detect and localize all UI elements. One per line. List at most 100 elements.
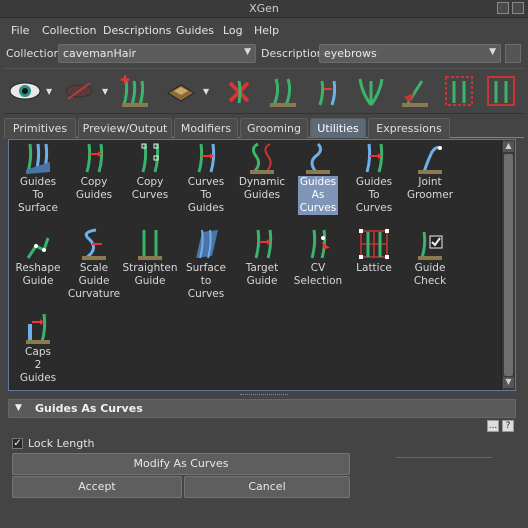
joint-groomer-icon [418, 146, 442, 174]
delete-guide-icon[interactable] [222, 73, 256, 109]
tab-grooming[interactable]: Grooming [240, 118, 308, 138]
tool-label: Curves To Guides [187, 176, 225, 214]
tool-copy-curves[interactable]: Copy Curves [121, 142, 179, 202]
toolbar: ▼ ▼ ✚ ▼ [4, 68, 524, 114]
menu-descriptions[interactable]: Descriptions [103, 24, 171, 37]
tool-caps-2-guides[interactable]: Caps 2 Guides [9, 312, 67, 385]
utilities-panel: Guides To Surface Copy Guides Copy Curve… [8, 139, 516, 391]
guide-lattice-icon[interactable] [484, 73, 518, 109]
collection-label: Collection [6, 47, 61, 60]
tool-guide-check[interactable]: Guide Check [401, 228, 459, 288]
tool-label: Surface to Curves [185, 262, 226, 300]
tool-guides-to-curves[interactable]: Guides To Curves [345, 142, 403, 215]
hidden-primitives-icon[interactable] [62, 73, 96, 109]
more-options-button[interactable]: ... [487, 420, 499, 432]
menu-collection[interactable]: Collection [42, 24, 96, 37]
tool-lattice[interactable]: Lattice [345, 228, 403, 275]
tool-guides-as-curves[interactable]: Guides As Curves [289, 142, 347, 215]
eye-dropdown-chevron-icon[interactable]: ▼ [46, 87, 52, 96]
panel-splitter[interactable] [0, 393, 528, 397]
tool-label: Reshape Guide [15, 262, 61, 287]
tool-label: Scale Guide Curvature [67, 262, 121, 300]
cancel-button[interactable]: Cancel [184, 476, 350, 498]
modify-as-curves-button[interactable]: Modify As Curves [12, 453, 350, 475]
tab-primitives[interactable]: Primitives [4, 118, 76, 138]
guide-rebuild-icon[interactable] [310, 73, 344, 109]
description-value: eyebrows [324, 47, 377, 60]
menu-log[interactable]: Log [223, 24, 243, 37]
description-dropdown[interactable]: eyebrows ▼ [319, 44, 501, 63]
scroll-down-icon[interactable]: ▼ [503, 377, 514, 388]
tool-label: Guides To Curves [355, 176, 393, 214]
guide-cv-icon[interactable] [442, 73, 476, 109]
tool-straighten-guide[interactable]: Straighten Guide [121, 228, 179, 288]
copy-curves-icon [141, 143, 160, 173]
lock-length-checkbox[interactable]: ✓ [12, 438, 23, 449]
tool-label: Joint Groomer [406, 176, 454, 201]
tool-label: Guides To Surface [17, 176, 58, 214]
curves-to-guides-icon [197, 143, 216, 173]
patches-dropdown-chevron-icon[interactable]: ▼ [203, 87, 209, 96]
section-header[interactable]: ▼ Guides As Curves [8, 399, 516, 418]
minimize-button[interactable] [497, 2, 509, 14]
guide-fan-icon[interactable] [354, 73, 388, 109]
copy-guides-icon [85, 143, 104, 173]
splitter-grip [240, 394, 288, 396]
caps-2-guides-icon [26, 313, 50, 344]
tool-scale-guide-curvature[interactable]: Scale Guide Curvature [65, 228, 123, 301]
vertical-scrollbar[interactable]: ▲ ▼ [501, 140, 515, 390]
tool-copy-guides[interactable]: Copy Guides [65, 142, 123, 202]
svg-text:✚: ✚ [120, 73, 130, 87]
tool-guides-to-surface[interactable]: Guides To Surface [9, 142, 67, 215]
reshape-guide-icon [26, 237, 50, 259]
select-patches-icon[interactable] [164, 73, 198, 109]
guides-to-surface-icon [26, 143, 50, 174]
scroll-thumb[interactable] [504, 154, 513, 376]
tab-expressions[interactable]: Expressions [368, 118, 450, 138]
primitives-dropdown-chevron-icon[interactable]: ▼ [102, 87, 108, 96]
tab-modifiers[interactable]: Modifiers [174, 118, 238, 138]
options-area: ... ? ✓ Lock Length Modify As Curves Acc… [8, 418, 516, 528]
lattice-icon [359, 229, 389, 259]
tool-dynamic-guides[interactable]: Dynamic Guides [233, 142, 291, 202]
tool-label: Copy Curves [131, 176, 169, 201]
guides-to-curves-icon [365, 143, 384, 173]
guide-flip-icon[interactable] [398, 73, 432, 109]
surface-to-curves-icon [196, 229, 218, 259]
scroll-up-icon[interactable]: ▲ [503, 141, 514, 152]
chevron-down-icon: ▼ [489, 47, 496, 57]
collection-dropdown[interactable]: cavemanHair ▼ [58, 44, 256, 63]
cv-selection-icon [310, 229, 330, 259]
visibility-eye-icon[interactable] [8, 73, 42, 109]
menu-help[interactable]: Help [254, 24, 279, 37]
tab-preview-output[interactable]: Preview/Output [78, 118, 172, 138]
tool-label: Guide Check [413, 262, 447, 287]
tool-joint-groomer[interactable]: Joint Groomer [401, 142, 459, 202]
target-guide-icon [254, 229, 273, 259]
dynamic-guides-icon [250, 142, 274, 174]
tool-label: Target Guide [245, 262, 279, 287]
tool-surface-to-curves[interactable]: Surface to Curves [177, 228, 235, 301]
menu-bar: File Collection Descriptions Guides Log … [0, 20, 528, 42]
tool-label: Straighten Guide [122, 262, 178, 287]
tool-label: Dynamic Guides [238, 176, 286, 201]
tool-target-guide[interactable]: Target Guide [233, 228, 291, 288]
menu-guides[interactable]: Guides [176, 24, 214, 37]
lock-length-label: Lock Length [28, 437, 95, 450]
accept-button[interactable]: Accept [12, 476, 182, 498]
collapse-triangle-icon[interactable]: ▼ [15, 403, 22, 413]
description-options-button[interactable] [505, 44, 521, 63]
close-button[interactable] [512, 2, 524, 14]
tool-reshape-guide[interactable]: Reshape Guide [9, 228, 67, 288]
menu-file[interactable]: File [11, 24, 29, 37]
guide-check-icon [418, 231, 443, 260]
tool-cv-selection[interactable]: CV Selection [289, 228, 347, 288]
scale-guide-curvature-icon [82, 228, 106, 260]
guide-edit-icon[interactable] [266, 73, 300, 109]
chevron-down-icon: ▼ [244, 47, 251, 57]
help-button[interactable]: ? [502, 420, 514, 432]
tool-label: Copy Guides [75, 176, 113, 201]
add-guides-icon[interactable]: ✚ [118, 73, 152, 109]
tab-utilities[interactable]: Utilities [310, 118, 366, 138]
tool-curves-to-guides[interactable]: Curves To Guides [177, 142, 235, 215]
